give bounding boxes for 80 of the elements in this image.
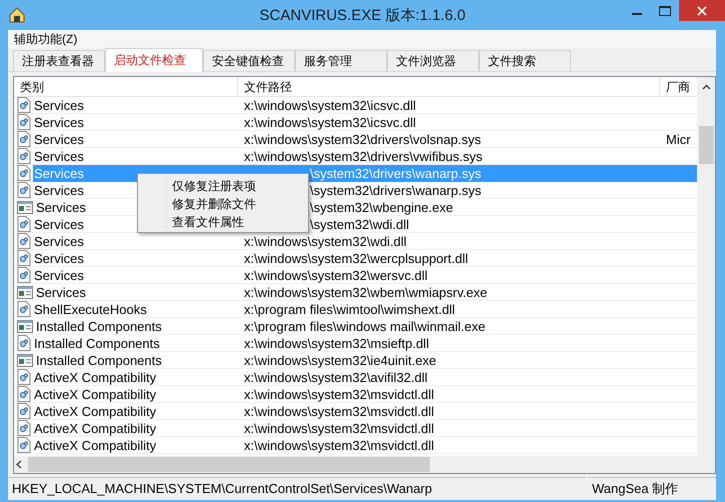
table-cell[interactable]: Services	[33, 250, 238, 266]
maximize-icon	[659, 6, 671, 16]
table-cell[interactable]: ShellExecuteHooks	[33, 300, 238, 318]
document-icon	[17, 369, 31, 385]
table-cell[interactable]: Services	[33, 96, 238, 114]
table-cell[interactable]: x:\windows\system32\drivers\vwifibus.sys	[238, 148, 660, 164]
table-cell[interactable]: x:\windows\system32\icsvc.dll	[238, 114, 660, 130]
table-cell[interactable]: Services	[33, 130, 238, 148]
table-cell[interactable]: ActiveX Compatibility	[33, 420, 238, 436]
tab[interactable]: 安全键值检查	[203, 50, 295, 71]
document-icon	[17, 335, 31, 351]
table-cell[interactable]: x:\windows\system32\icsvc.dll	[238, 96, 660, 114]
table-cell[interactable]: Services	[33, 232, 238, 250]
table-cell[interactable]: Services	[35, 284, 238, 300]
document-icon	[17, 148, 31, 164]
table-cell[interactable]: x:\windows\system32\msvidctl.dll	[238, 420, 660, 436]
window-title: SCANVIRUS.EXE 版本:1.1.6.0	[258, 6, 466, 25]
window-icon	[17, 200, 33, 214]
document-icon	[17, 97, 31, 113]
table-cell[interactable]: ActiveX Compatibility	[33, 402, 238, 420]
menu-item[interactable]: 查看文件属性	[140, 213, 306, 231]
document-icon	[17, 233, 31, 249]
table-cell[interactable]: x:\program files\wimtool\wimshext.dll	[238, 300, 660, 318]
menu-item[interactable]: 修复并删除文件	[140, 195, 306, 213]
status-text: HKEY_LOCAL_MACHINE\SYSTEM\CurrentControlSet\Services\Wanarp	[8, 477, 586, 499]
table-cell[interactable]: Services	[33, 148, 238, 164]
tab[interactable]: 启动文件检查	[105, 48, 203, 72]
document-icon	[17, 301, 31, 317]
menu-item[interactable]: 辅助功能(Z)	[14, 30, 78, 48]
table-cell[interactable]: x:\program files\windows mail\winmail.exe	[238, 318, 660, 334]
table-cell[interactable]: x:\windows\system32\ie4uinit.exe	[238, 352, 660, 368]
selection-highlight	[660, 164, 697, 182]
table-cell[interactable]: x:\windows\system32\wercplsupport.dll	[238, 250, 660, 266]
table-cell[interactable]: Services	[33, 114, 238, 130]
window-icon	[17, 353, 33, 367]
document-icon	[17, 114, 31, 130]
window-icon	[17, 319, 33, 333]
document-icon	[17, 131, 31, 147]
scrollbar-thumb[interactable]	[28, 457, 430, 472]
tab[interactable]: 注册表查看器	[13, 50, 105, 71]
document-icon	[17, 420, 31, 436]
table-cell[interactable]: Installed Components	[35, 318, 238, 334]
table-cell[interactable]: ActiveX Compatibility	[33, 368, 238, 386]
tab[interactable]: 文件浏览器	[387, 50, 479, 71]
status-text: WangSea 制作	[588, 477, 716, 499]
document-icon	[17, 165, 31, 181]
table-cell[interactable]: Installed Components	[33, 334, 238, 352]
horizontal-scrollbar[interactable]	[14, 456, 715, 473]
tab[interactable]: 服务管理	[295, 50, 387, 71]
table-cell[interactable]: Services	[33, 266, 238, 284]
table-cell[interactable]: x:\windows\system32\avifil32.dll	[238, 368, 660, 386]
table-cell[interactable]: x:\windows\system32\wdi.dll	[238, 232, 660, 250]
table-cell[interactable]: x:\windows\system32\wbem\wmiapsrv.exe	[238, 284, 660, 300]
document-icon	[17, 437, 31, 453]
document-icon	[17, 250, 31, 266]
table-cell[interactable]: x:\windows\system32\drivers\volsnap.sys	[238, 130, 660, 148]
close-icon	[697, 6, 707, 16]
vertical-scrollbar[interactable]	[697, 77, 715, 456]
table-cell-text: Micr	[665, 130, 692, 148]
table-cell[interactable]: Installed Components	[35, 352, 238, 368]
table-cell[interactable]: ActiveX Compatibility	[33, 386, 238, 402]
document-icon	[17, 386, 31, 402]
app-icon	[8, 6, 26, 24]
table-cell[interactable]: x:\windows\system32\msvidctl.dll	[238, 402, 660, 420]
column-header[interactable]: 类别	[14, 77, 238, 96]
table-cell[interactable]: x:\windows\system32\msieftp.dll	[238, 334, 660, 352]
close-button[interactable]	[679, 0, 725, 21]
column-header[interactable]: 文件路径	[238, 77, 660, 96]
minimize-icon	[632, 13, 642, 15]
window-icon	[17, 285, 33, 299]
table-cell[interactable]: x:\windows\system32\msvidctl.dll	[238, 386, 660, 402]
document-icon	[17, 403, 31, 419]
table-cell[interactable]: x:\windows\system32\wersvc.dll	[238, 266, 660, 284]
scrollbar-thumb[interactable]	[698, 126, 714, 164]
document-icon	[17, 267, 31, 283]
document-icon	[17, 216, 31, 232]
tab[interactable]: 文件搜索	[479, 50, 571, 71]
document-icon	[17, 182, 31, 198]
table-cell[interactable]: ActiveX Compatibility	[33, 436, 238, 454]
table-cell[interactable]: x:\windows\system32\msvidctl.dll	[238, 436, 660, 454]
